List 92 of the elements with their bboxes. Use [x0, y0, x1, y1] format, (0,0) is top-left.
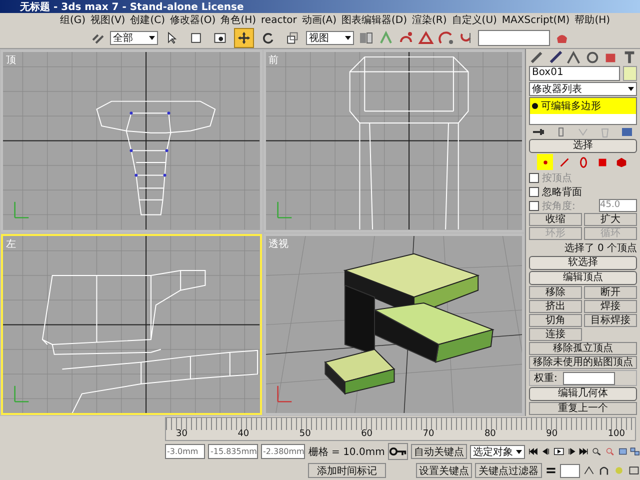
edit-vertex-button[interactable]: 连接 [529, 328, 582, 342]
object-name-field[interactable]: Box01 [529, 66, 620, 82]
key-mode-dropdown[interactable]: 选定对象 [470, 444, 526, 459]
named-selection-field[interactable] [478, 30, 550, 46]
axis-icon [276, 202, 292, 218]
frame-tick-label: 80 [484, 429, 496, 440]
menu-item[interactable]: 帮助(H) [574, 13, 610, 27]
window-icon [213, 30, 227, 45]
motion-tab-icon[interactable] [584, 50, 600, 66]
rollout-header[interactable]: 编辑几何体 [529, 387, 637, 402]
frame-tick-label: 90 [546, 429, 558, 440]
modifier-list-dropdown[interactable]: 修改器列表 [529, 82, 637, 96]
stack-item[interactable]: 可编辑多边形 [530, 98, 636, 114]
edit-vertex-button[interactable]: 断开 [584, 286, 637, 300]
weight-label: 权重: [534, 372, 558, 386]
menu-item[interactable]: 创建(C) [130, 13, 166, 27]
axis-icon [14, 202, 30, 218]
frame-tick-label: 30 [176, 429, 188, 440]
hierarchy-tab-icon[interactable] [566, 50, 582, 66]
set-key-toggle-button[interactable] [388, 443, 408, 460]
bulb-icon[interactable] [532, 103, 538, 110]
zoom-extents-all-icon[interactable] [630, 446, 640, 458]
key-filters-button[interactable]: 关键点过滤器 [474, 463, 542, 478]
previous-frame-icon[interactable] [541, 446, 551, 458]
rollout-header[interactable]: 软选择 [529, 256, 637, 270]
region-icon [189, 30, 203, 45]
vertex-level-button[interactable] [537, 154, 553, 170]
move-icon [237, 30, 251, 45]
repeat-last-button[interactable]: 重复上一个 [529, 402, 637, 416]
viewport-label: 前 [268, 54, 278, 68]
weight-field[interactable] [563, 372, 616, 385]
maximize-viewport-icon[interactable] [628, 465, 640, 476]
z-coordinate-field[interactable]: -2.380mm [260, 444, 306, 460]
modify-tab-icon[interactable] [548, 50, 563, 66]
menu-item[interactable]: 组(G) [60, 13, 86, 27]
frame-tick-label: 40 [238, 429, 250, 440]
edit-vertex-button[interactable]: 移除孤立顶点 [529, 342, 637, 356]
menu-item[interactable]: reactor [261, 14, 297, 26]
edge-icon [558, 156, 570, 169]
axis-icon [14, 385, 30, 402]
add-time-tag-button[interactable]: 添加时间标记 [308, 463, 386, 478]
menu-item[interactable]: 修改器(O) [170, 13, 216, 27]
menu-item[interactable]: 渲染(R) [412, 13, 447, 27]
selection-button[interactable]: 扩大 [584, 213, 637, 226]
menu-item[interactable]: 角色(H) [220, 13, 256, 27]
x-coordinate-field[interactable]: -3.0mm [165, 444, 206, 460]
selection-filter-dropdown[interactable]: 全部 [110, 30, 158, 45]
selection-status-text: 选择了 0 个顶点 [563, 242, 637, 256]
menu-item[interactable]: 动画(A) [302, 13, 337, 27]
menu-item[interactable]: 图表编辑器(D) [342, 13, 408, 27]
edit-vertex-button[interactable]: 挤出 [529, 300, 582, 314]
edit-vertex-button[interactable]: 移除未使用的贴图顶点 [529, 356, 637, 370]
frame-tick-label: 50 [299, 429, 311, 440]
rollout-header[interactable]: 选择 [529, 139, 637, 154]
edit-vertex-button[interactable]: 目标焊接 [584, 314, 637, 328]
object-color-swatch[interactable] [623, 66, 637, 82]
menu-item[interactable]: MAXScript(M) [502, 14, 570, 26]
current-frame-field[interactable] [560, 464, 580, 478]
frame-tick-label: 100 [608, 429, 625, 440]
edit-vertex-button[interactable]: 移除 [529, 286, 582, 300]
auto-key-button[interactable]: 自动关键点 [410, 444, 467, 460]
go-to-start-icon[interactable] [528, 446, 538, 458]
selection-button[interactable]: 收缩 [529, 213, 582, 226]
edit-vertex-button[interactable]: 切角 [529, 314, 582, 328]
scale-icon [285, 30, 299, 45]
set-key-button[interactable]: 设置关键点 [416, 463, 472, 478]
frame-tick-label: 70 [422, 429, 434, 440]
frame-tick-label: 60 [361, 429, 373, 440]
move-tool-button[interactable] [234, 28, 254, 48]
grid-size-text: 栅格 = 10.0mm [308, 446, 385, 459]
checkbox[interactable]: 忽略背面 [529, 185, 637, 198]
create-tab-icon[interactable] [529, 50, 544, 66]
y-coordinate-field[interactable]: -15.835mm [208, 444, 258, 460]
zoom-extents-icon[interactable] [618, 446, 628, 458]
viewport-label: 顶 [6, 54, 16, 68]
window-title: 无标题 - 3ds max 7 - Stand-alone License [20, 0, 244, 14]
next-frame-icon[interactable] [566, 446, 576, 458]
menu-item[interactable]: 视图(V) [90, 13, 126, 27]
rollout-header[interactable]: 编辑顶点 [529, 271, 637, 286]
menu-item[interactable]: 自定义(U) [452, 13, 497, 27]
play-icon[interactable] [554, 446, 564, 458]
viewport-label: 透视 [268, 238, 288, 251]
go-to-end-icon[interactable] [579, 446, 590, 458]
axis-icon [276, 385, 292, 402]
zoom-icon[interactable] [592, 446, 602, 458]
element-icon [614, 156, 628, 169]
stack-item-label: 可编辑多边形 [541, 100, 601, 114]
viewport-label: 左 [6, 238, 16, 251]
select-icon [165, 30, 179, 45]
edit-vertex-button[interactable]: 焊接 [584, 300, 637, 314]
reference-coordinate-dropdown[interactable]: 视图 [306, 30, 354, 45]
rotate-icon [261, 30, 275, 45]
